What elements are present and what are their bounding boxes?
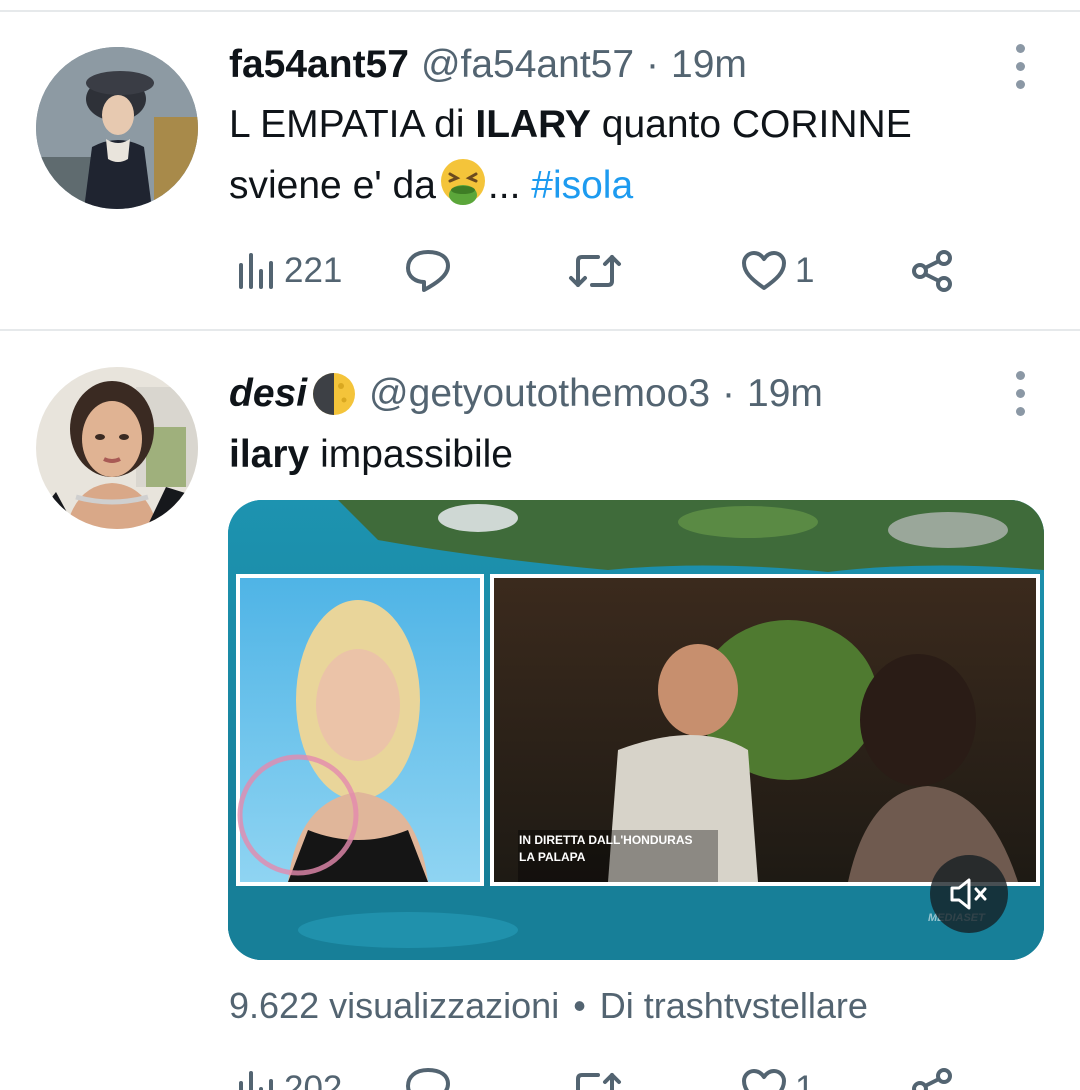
tweet-text: ilary impassibile (229, 424, 513, 485)
text-part: sviene e' da (229, 164, 436, 207)
timestamp[interactable]: 19m (671, 43, 747, 87)
text-part: quanto CORINNE (590, 103, 912, 146)
display-name[interactable]: desi (229, 372, 307, 416)
retweet-button[interactable] (568, 246, 622, 296)
share-button[interactable] (911, 1064, 955, 1090)
separator-dot: · (646, 43, 660, 86)
reply-button[interactable] (404, 246, 452, 296)
video-meta: 9.622 visualizzazioni • Di trashtvstellare (229, 985, 868, 1027)
bar-chart-icon (239, 1071, 273, 1090)
reply-icon (406, 1068, 450, 1090)
text-part: impassibile (309, 433, 513, 476)
mute-button[interactable] (930, 855, 1008, 933)
heart-icon (742, 251, 786, 290)
reply-icon (406, 250, 450, 292)
heart-icon (742, 1069, 786, 1090)
hashtag-link[interactable]: #isola (531, 164, 633, 207)
more-options-icon[interactable] (1013, 371, 1027, 416)
like-button[interactable]: 1 (741, 246, 814, 296)
bar-chart-icon (239, 253, 273, 289)
share-button[interactable] (911, 246, 955, 296)
views-button[interactable]: 221 (236, 246, 342, 296)
tweet-header: desi @getyoutothemoo3 · 19m (229, 369, 823, 419)
video-player[interactable] (228, 500, 1044, 960)
views-count: 221 (284, 251, 343, 290)
share-icon (912, 250, 952, 292)
retweet-button[interactable] (568, 1064, 622, 1090)
user-handle[interactable]: @fa54ant57 (421, 43, 634, 87)
speaker-muted-icon (950, 878, 987, 910)
like-button[interactable]: 1 (741, 1064, 814, 1090)
likes-count: 1 (795, 251, 815, 290)
share-icon (912, 1068, 952, 1090)
text-bold: ILARY (475, 103, 591, 146)
text-bold: ilary (229, 433, 310, 476)
tweet-text: L EMPATIA di ILARY quanto CORINNE sviene… (229, 94, 912, 216)
timestamp[interactable]: 19m (747, 372, 823, 416)
separator-bullet: • (573, 985, 586, 1026)
last-quarter-moon-emoji (313, 373, 356, 415)
views-button[interactable]: 202 (236, 1064, 342, 1090)
retweet-icon (569, 255, 621, 287)
text-part: ... (487, 164, 532, 207)
action-bar: 221 1 (236, 246, 966, 296)
video-source-link[interactable]: Di trashtvstellare (600, 985, 868, 1026)
caption-line-1: IN DIRETTA DALL'HONDURAS (519, 833, 693, 847)
views-count: 202 (284, 1069, 343, 1090)
avatar[interactable] (36, 47, 198, 209)
tweet-header: fa54ant57 @fa54ant57 · 19m (229, 40, 747, 90)
avatar[interactable] (36, 367, 198, 529)
caption-line-2: LA PALAPA (519, 850, 586, 864)
action-bar: 202 1 (236, 1064, 966, 1090)
video-view-count: 9.622 visualizzazioni (229, 985, 560, 1026)
more-options-icon[interactable] (1013, 44, 1027, 89)
reply-button[interactable] (404, 1064, 452, 1090)
text-part: L EMPATIA di (229, 103, 476, 146)
user-handle[interactable]: @getyoutothemoo3 (369, 372, 710, 416)
display-name[interactable]: fa54ant57 (229, 43, 409, 87)
retweet-icon (576, 1073, 621, 1090)
likes-count: 1 (795, 1069, 815, 1090)
separator-dot: · (722, 372, 736, 415)
tweet-1[interactable]: fa54ant57 @fa54ant57 · 19m L EMPATIA di … (0, 0, 1080, 330)
nauseated-face-emoji (440, 159, 485, 205)
